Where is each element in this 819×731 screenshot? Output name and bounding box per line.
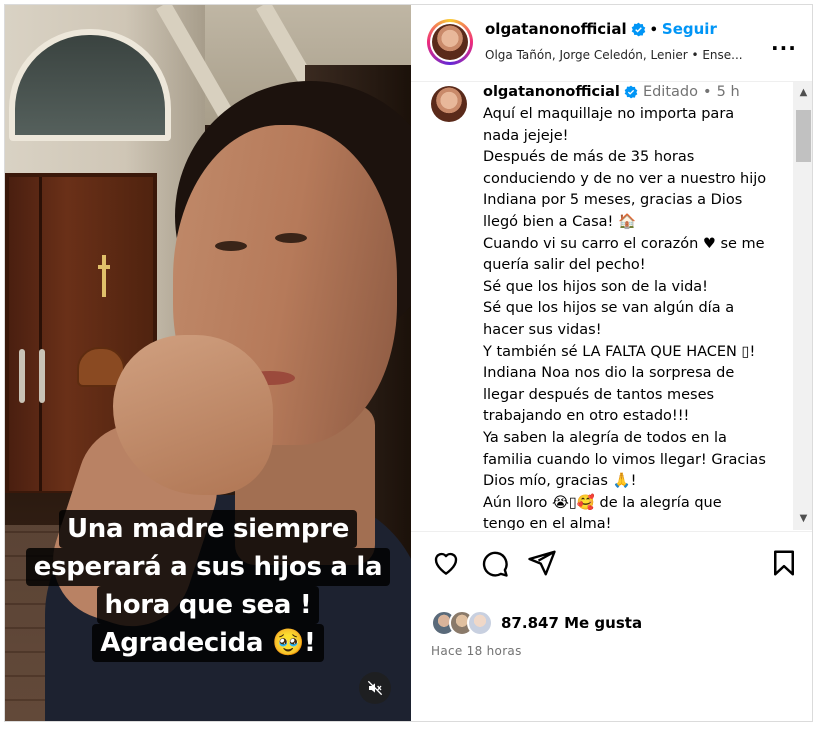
comment-line: Sé que los hijos son de la vida! bbox=[483, 278, 708, 295]
photo-eye bbox=[275, 233, 307, 243]
comments-section: olgatanonofficial Editado • 5 h Aquí el … bbox=[411, 82, 793, 530]
door-split bbox=[39, 177, 42, 491]
door-handle bbox=[39, 349, 45, 403]
comment-line: llegó bien a Casa! 🏠 bbox=[483, 213, 637, 230]
likes-count[interactable]: 87.847 Me gusta bbox=[501, 614, 642, 632]
separator-dot: • bbox=[649, 23, 658, 38]
post-modal: Una madre siempre esperará a sus hijos a… bbox=[4, 4, 813, 722]
comment-line: trabajando en otro estado!!! bbox=[483, 408, 690, 425]
liker-avatar bbox=[467, 610, 493, 636]
comment-body: Aquí el maquillaje no importa para nada … bbox=[483, 104, 779, 530]
post-media[interactable]: Una madre siempre esperará a sus hijos a… bbox=[5, 5, 411, 721]
caption-line: esperará a sus hijos a la bbox=[25, 548, 391, 586]
username-link[interactable]: olgatanonofficial bbox=[485, 20, 627, 38]
scrollbar-thumb[interactable] bbox=[796, 110, 811, 162]
verified-badge-icon bbox=[631, 22, 645, 37]
comment-line: tengo en el alma! bbox=[483, 516, 612, 530]
follow-button[interactable]: Seguir bbox=[662, 20, 717, 38]
mute-button[interactable] bbox=[359, 672, 391, 704]
caption-overlay: Una madre siempre esperará a sus hijos a… bbox=[5, 510, 411, 662]
header-username-row: olgatanonofficial • Seguir bbox=[485, 20, 717, 38]
scroll-down-icon[interactable]: ▼ bbox=[793, 508, 812, 530]
comment-line: nada jejeje! bbox=[483, 127, 569, 144]
photo-eye bbox=[215, 241, 247, 251]
caption-line: Agradecida 🥹! bbox=[92, 624, 324, 662]
comment-line: Aquí el maquillaje no importa para bbox=[483, 106, 735, 122]
comment-line: llegar después de tantos meses bbox=[483, 386, 715, 403]
comment-line: hacer sus vidas! bbox=[483, 321, 602, 338]
comment-line: familia cuando lo vimos llegar! Gracias bbox=[483, 451, 766, 468]
comments-scrollbar[interactable]: ▲ ▼ bbox=[793, 82, 812, 530]
comment-line: Aún lloro 😭▯🥰 de la alegría que bbox=[483, 494, 722, 511]
comment-avatar[interactable] bbox=[431, 86, 467, 122]
verified-badge-icon bbox=[624, 85, 638, 99]
door-handle bbox=[19, 349, 25, 403]
comment-line: Cuando vi su carro el corazón ♥ se me bbox=[483, 235, 765, 252]
comment-icon[interactable] bbox=[479, 548, 509, 578]
heart-icon[interactable] bbox=[431, 548, 461, 578]
avatar-image bbox=[432, 24, 468, 60]
comment-line: Después de más de 35 horas bbox=[483, 149, 695, 166]
caption-line: Una madre siempre bbox=[58, 510, 358, 548]
caption-line: hora que sea ! bbox=[96, 586, 320, 624]
comment-age[interactable]: 5 h bbox=[717, 84, 740, 100]
post-timestamp[interactable]: Hace 18 horas bbox=[431, 644, 522, 658]
comment-line: conduciendo y de no ver a nuestro hijo bbox=[483, 170, 767, 187]
more-options-icon[interactable]: ... bbox=[771, 31, 797, 55]
comment-header: olgatanonofficial Editado • 5 h bbox=[483, 84, 740, 100]
bookmark-icon[interactable] bbox=[769, 548, 799, 578]
likes-row[interactable]: 87.847 Me gusta bbox=[431, 610, 642, 636]
edited-label: Editado bbox=[642, 84, 698, 100]
mute-icon bbox=[367, 680, 383, 696]
comment-line: Indiana por 5 meses, gracias a Dios bbox=[483, 192, 743, 209]
post-header: olgatanonofficial • Seguir Olga Tañón, Jor… bbox=[411, 5, 812, 82]
comment-line: Dios mío, gracias 🙏! bbox=[483, 473, 637, 490]
post-sidebar: olgatanonofficial • Seguir Olga Tañón, Jor… bbox=[411, 5, 812, 721]
comment-line: Y también sé LA FALTA QUE HACEN ▯! bbox=[483, 343, 756, 360]
scroll-up-icon[interactable]: ▲ bbox=[793, 82, 812, 104]
post-actions: 87.847 Me gusta Hace 18 horas bbox=[411, 531, 812, 721]
comment-line: Sé que los hijos se van algún día a bbox=[483, 300, 735, 317]
door-cross bbox=[98, 255, 110, 297]
share-icon[interactable] bbox=[527, 548, 557, 578]
avatar[interactable] bbox=[427, 19, 473, 65]
collaborators-line[interactable]: Olga Tañón, Jorge Celedón, Lenier • Ense… bbox=[485, 48, 755, 62]
comment-line: quería salir del pecho! bbox=[483, 257, 646, 274]
separator-dot: • bbox=[703, 84, 712, 100]
comment-username[interactable]: olgatanonofficial bbox=[483, 84, 620, 100]
comment-line: Ya saben la alegría de todos en la bbox=[483, 429, 727, 446]
comment-line: Indiana Noa nos dio la sorpresa de bbox=[483, 365, 735, 382]
